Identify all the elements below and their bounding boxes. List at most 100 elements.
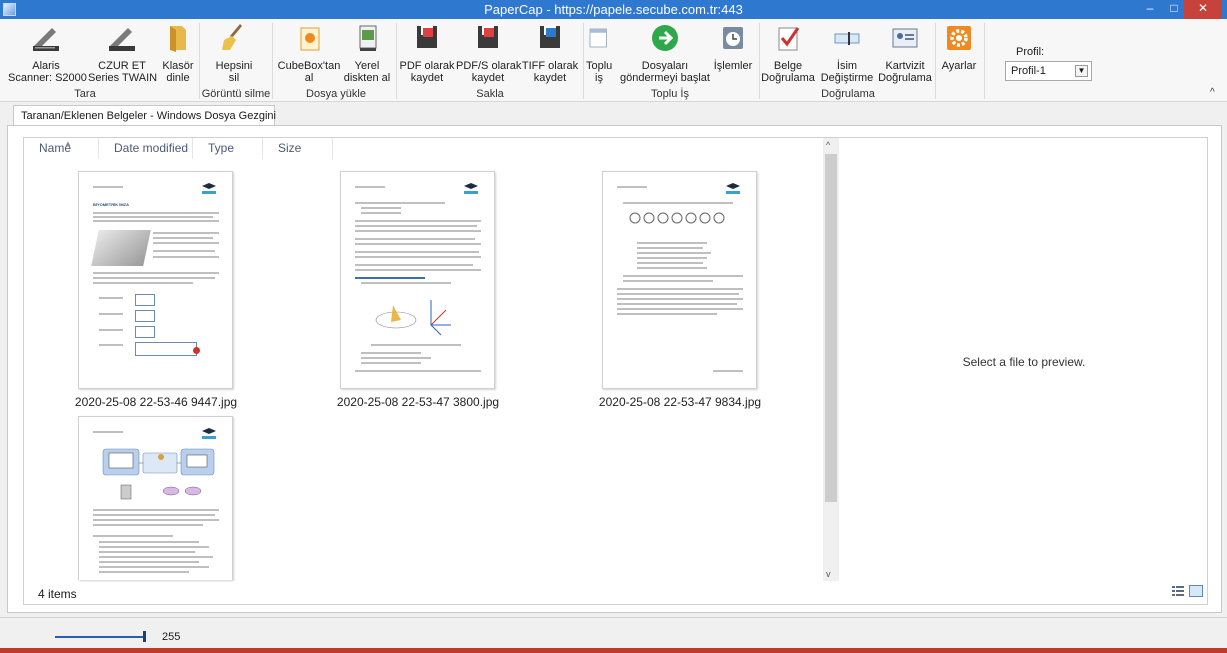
save-pdfs-label: PDF/S olarak kaydet bbox=[456, 60, 522, 84]
document-verify-label: Belge Doğrulama bbox=[761, 60, 815, 84]
group-label-sakla: Sakla bbox=[476, 88, 504, 100]
rename-button[interactable]: İsim Değiştirme bbox=[818, 22, 876, 84]
broom-icon bbox=[222, 24, 242, 50]
column-header-name[interactable]: ▲ Name bbox=[24, 138, 99, 159]
separator bbox=[583, 23, 584, 99]
column-header-size[interactable]: Size bbox=[263, 138, 333, 159]
business-card-button[interactable]: Kartvizit Doğrulama bbox=[876, 22, 934, 84]
column-header-type[interactable]: Type bbox=[193, 138, 263, 159]
details-view-icon[interactable] bbox=[1172, 585, 1184, 597]
zoom-slider-handle[interactable] bbox=[143, 631, 146, 642]
tab-explorer[interactable]: Taranan/Eklenen Belgeler - Windows Dosya… bbox=[13, 105, 276, 126]
file-name: 2020-25-08 22-53-47 3800.jpg bbox=[336, 395, 500, 409]
document-heading: BİYOMETRİK İMZA bbox=[93, 202, 129, 207]
ribbon: Alaris Scanner: S2000 CZUR ET Series TWA… bbox=[0, 19, 1227, 102]
group-label-toplu-is: Toplu İş bbox=[651, 88, 689, 100]
column-header-date[interactable]: Date modified bbox=[99, 138, 193, 159]
save-tiff-label: TIFF olarak kaydet bbox=[521, 60, 579, 84]
file-explorer: ▲ Name Date modified Type Size BİYOMETRİ… bbox=[23, 137, 1208, 605]
document-page-preview bbox=[78, 416, 233, 580]
batch-icon bbox=[589, 28, 607, 48]
scanner-icon bbox=[33, 28, 59, 51]
operations-label: İşlemler bbox=[713, 60, 753, 72]
zoom-value: 255 bbox=[162, 631, 181, 643]
rename-label: İsim Değiştirme bbox=[820, 60, 874, 84]
logo-icon bbox=[202, 428, 216, 439]
logo-icon bbox=[202, 183, 216, 194]
save-tiff-button[interactable]: TIFF olarak kaydet bbox=[520, 22, 580, 84]
business-card-label: Kartvizit Doğrulama bbox=[878, 60, 932, 84]
scrollbar-thumb[interactable] bbox=[825, 154, 837, 502]
preview-pane: Select a file to preview. bbox=[840, 138, 1208, 581]
folder-watch-button[interactable]: Klasör dinle bbox=[160, 22, 196, 84]
local-disk-label: Yerel diskten al bbox=[343, 60, 391, 84]
separator bbox=[984, 23, 985, 99]
document-page-preview bbox=[340, 171, 495, 389]
save-pdf-button[interactable]: PDF olarak kaydet bbox=[398, 22, 456, 84]
cubebox-icon bbox=[300, 27, 320, 51]
profile-value: Profil-1 bbox=[1011, 65, 1046, 77]
sort-up-icon: ▲ bbox=[64, 139, 72, 148]
local-disk-icon bbox=[359, 25, 377, 51]
batch-button[interactable]: Toplu iş bbox=[586, 22, 612, 84]
preview-placeholder: Select a file to preview. bbox=[962, 355, 1086, 369]
alaris-scanner-label: Alaris Scanner: S2000 bbox=[8, 60, 87, 84]
vertical-scrollbar[interactable]: ^ v bbox=[823, 138, 839, 581]
group-label-tara: Tara bbox=[74, 88, 96, 100]
group-label-gorunti-silme: Görüntü silme bbox=[201, 88, 271, 100]
alaris-scanner-button[interactable]: Alaris Scanner: S2000 bbox=[8, 22, 87, 84]
save-pdf-label: PDF olarak kaydet bbox=[399, 60, 455, 84]
czur-scanner-button[interactable]: CZUR ET Series TWAIN bbox=[88, 22, 157, 84]
taskbar-strip bbox=[0, 648, 1227, 653]
cubebox-button[interactable]: CubeBox'tan al bbox=[276, 22, 342, 84]
zoom-bar: 255 bbox=[0, 617, 1227, 648]
settings-button[interactable]: Ayarlar bbox=[937, 22, 981, 72]
folder-icon bbox=[170, 26, 186, 52]
delete-all-button[interactable]: Hepsini sil bbox=[204, 22, 264, 84]
start-sending-button[interactable]: Dosyaları göndermeyi başlat bbox=[614, 22, 716, 84]
delete-all-label: Hepsini sil bbox=[215, 60, 253, 84]
local-disk-button[interactable]: Yerel diskten al bbox=[342, 22, 392, 84]
scroll-down-icon[interactable]: v bbox=[826, 569, 831, 579]
save-pdfs-button[interactable]: PDF/S olarak kaydet bbox=[456, 22, 522, 84]
start-send-icon bbox=[652, 25, 678, 51]
zoom-slider-track[interactable] bbox=[55, 636, 145, 638]
document-page-preview bbox=[602, 171, 757, 389]
toolbar-icons-image bbox=[629, 212, 725, 224]
pdf-save-icon bbox=[417, 26, 437, 48]
document-verify-icon bbox=[778, 27, 800, 51]
chevron-down-icon: ▼ bbox=[1075, 65, 1088, 77]
close-button[interactable]: ✕ bbox=[1184, 0, 1222, 19]
batch-label: Toplu iş bbox=[586, 60, 613, 84]
operations-button[interactable]: İşlemler bbox=[709, 22, 757, 72]
title-bar: PaperCap - https://papele.secube.com.tr:… bbox=[0, 0, 1227, 19]
scroll-up-icon[interactable]: ^ bbox=[826, 140, 830, 150]
separator bbox=[935, 23, 936, 99]
collapse-ribbon-icon[interactable]: ^ bbox=[1210, 87, 1215, 98]
large-icons-view-icon[interactable] bbox=[1189, 585, 1203, 597]
file-name: 2020-25-08 22-53-47 9834.jpg bbox=[598, 395, 762, 409]
tablet-image bbox=[91, 230, 151, 266]
scanner-icon bbox=[109, 28, 135, 51]
profile-select[interactable]: Profil-1 ▼ bbox=[1005, 61, 1092, 81]
logo-icon bbox=[726, 183, 740, 194]
item-count: 4 items bbox=[38, 587, 77, 601]
group-label-dogrulama: Doğrulama bbox=[821, 88, 875, 100]
cubebox-label: CubeBox'tan al bbox=[277, 60, 341, 84]
clock-icon bbox=[723, 27, 743, 49]
window-title: PaperCap - https://papele.secube.com.tr:… bbox=[484, 2, 743, 17]
document-verify-button[interactable]: Belge Doğrulama bbox=[760, 22, 816, 84]
pdfs-save-icon bbox=[478, 26, 498, 48]
tiff-save-icon bbox=[540, 26, 560, 48]
profile-label: Profil: bbox=[1016, 46, 1045, 58]
document-page-preview: BİYOMETRİK İMZA bbox=[78, 171, 233, 389]
rename-icon bbox=[834, 32, 860, 45]
folder-watch-label: Klasör dinle bbox=[162, 60, 194, 84]
architecture-diagram bbox=[102, 448, 215, 500]
business-card-icon bbox=[892, 28, 918, 48]
gear-icon bbox=[947, 26, 971, 50]
signature-diagram bbox=[375, 300, 451, 336]
logo-icon bbox=[464, 183, 478, 194]
file-name: 2020-25-08 22-53-46 9447.jpg bbox=[74, 395, 238, 409]
settings-label: Ayarlar bbox=[941, 60, 977, 72]
